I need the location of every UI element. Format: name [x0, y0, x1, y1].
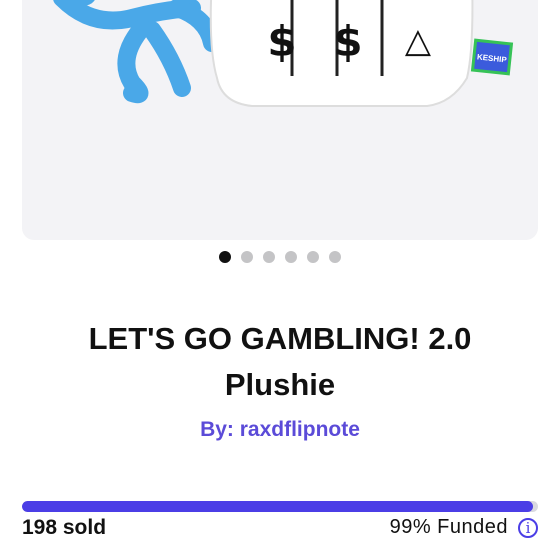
slot-machine-plush: $ $ △ [209, 0, 474, 107]
funded-percent: 99% Funded [389, 516, 508, 538]
info-icon[interactable]: i [518, 517, 538, 538]
funding-progress-fill [22, 501, 533, 512]
byline-prefix: By: [200, 418, 240, 441]
plushie-illustration: $ $ △ KESHIP [53, 0, 514, 107]
carousel-dot[interactable] [329, 251, 341, 263]
product-image[interactable]: $ $ △ KESHIP [22, 0, 538, 240]
carousel-dot[interactable] [307, 251, 319, 263]
creator-byline: By: raxdflipnote [0, 418, 560, 442]
funding-progress-bar [22, 501, 538, 512]
carousel-dots [0, 251, 560, 263]
product-title: LET'S GO GAMBLING! 2.0 Plushie [88, 321, 472, 402]
carousel-dot[interactable] [219, 251, 231, 263]
carousel-dot[interactable] [263, 251, 275, 263]
blue-character [53, 0, 221, 104]
carousel-dot[interactable] [241, 251, 253, 263]
funded-status: 99% Funded i [390, 516, 538, 539]
creator-link[interactable]: raxdflipnote [240, 418, 360, 441]
slot-symbol-dollar: $ [333, 17, 362, 66]
slot-symbol-triangle: △ [405, 21, 432, 61]
carousel-dot[interactable] [285, 251, 297, 263]
slot-symbol-dollar: $ [267, 17, 296, 66]
brand-tag: KESHIP [470, 38, 514, 76]
sold-count: 198 sold [22, 516, 107, 539]
